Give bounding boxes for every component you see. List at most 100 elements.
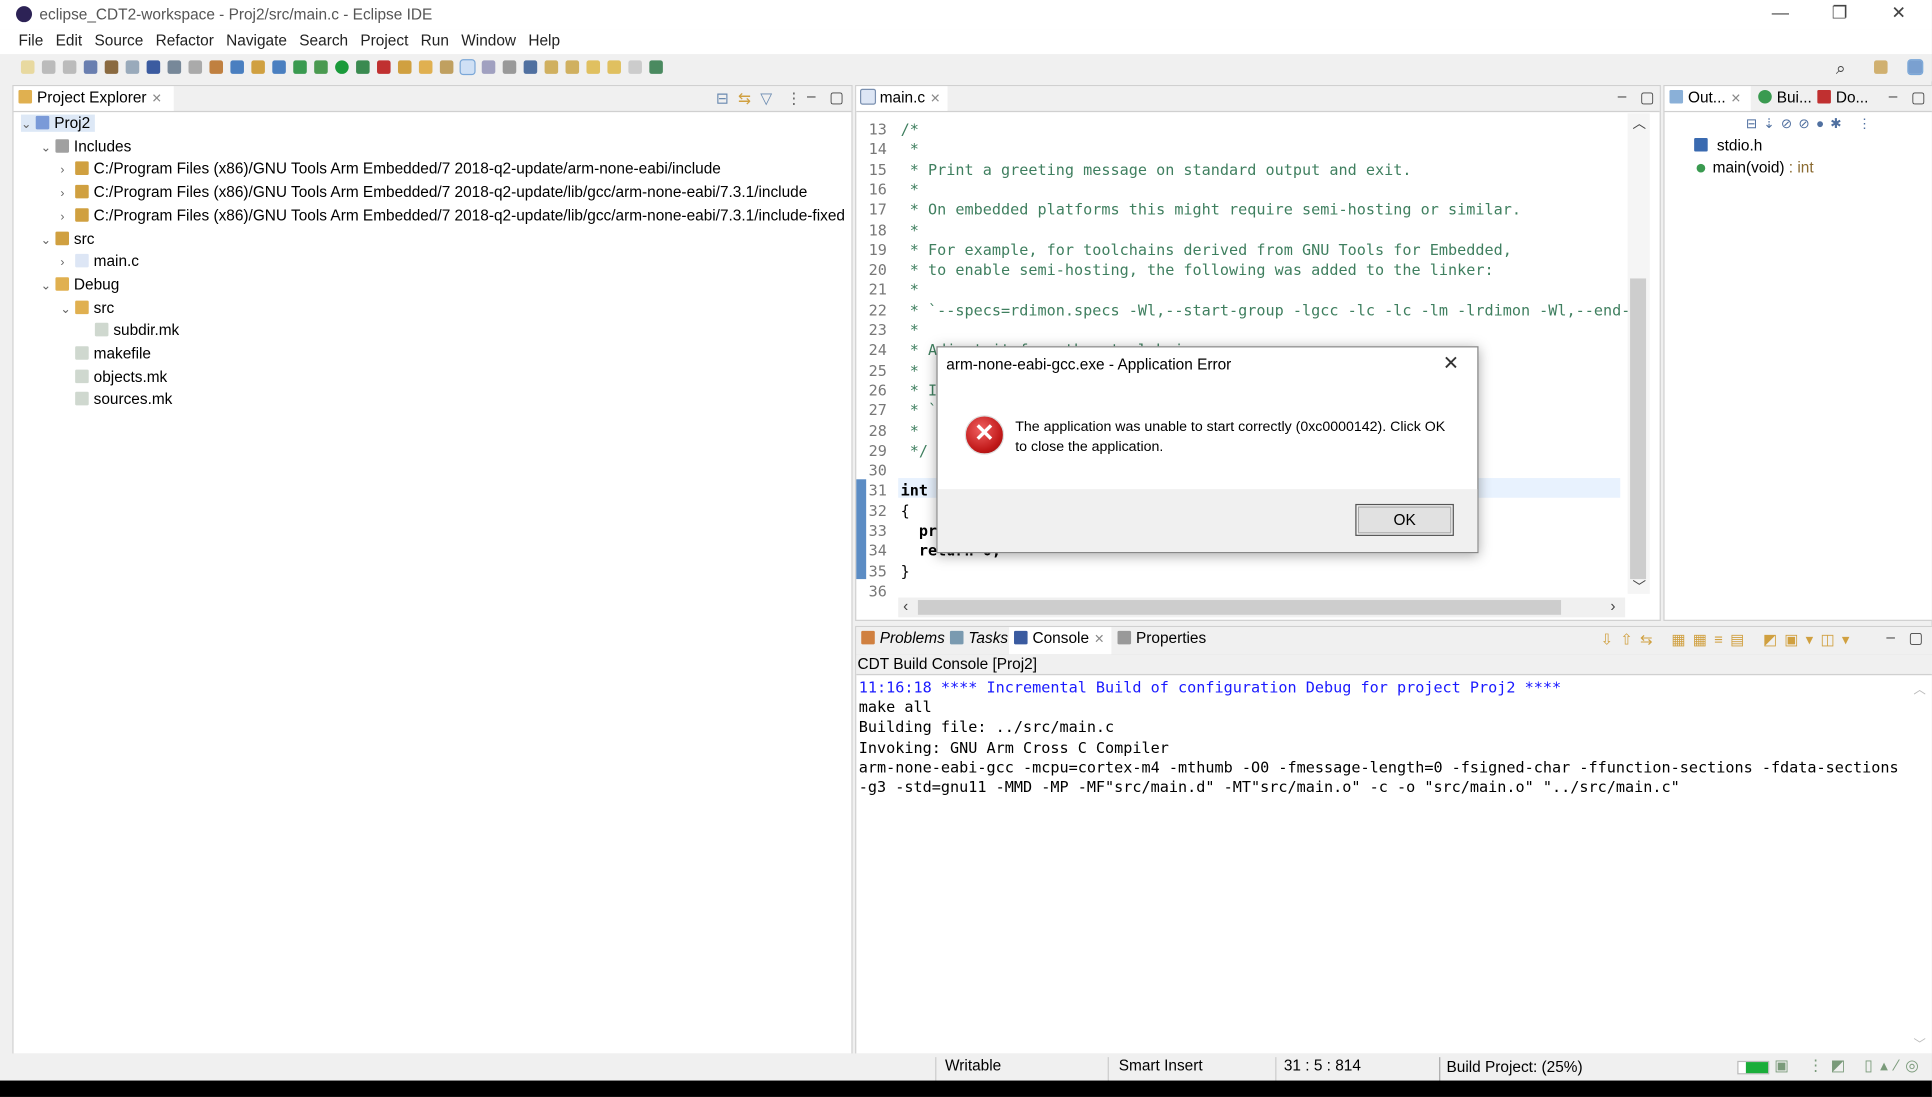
tab-documentation[interactable]: Do...: [1812, 86, 1875, 111]
menu-help[interactable]: Help: [522, 30, 566, 49]
minimize-view-icon[interactable]: –: [1618, 87, 1627, 104]
console-scroll-down[interactable]: ﹀: [1913, 1034, 1925, 1053]
close-window-button[interactable]: ✕: [1870, 2, 1927, 23]
tree-item[interactable]: ⌄ src: [60, 299, 114, 316]
link-editor-icon[interactable]: ⇆: [738, 89, 751, 107]
filter-icon[interactable]: ▽: [760, 89, 772, 107]
menu-file[interactable]: File: [12, 30, 49, 49]
build-hammer-icon[interactable]: [104, 60, 119, 74]
tree-item[interactable]: ⌄ Includes: [41, 138, 132, 155]
tab-project-explorer[interactable]: Project Explorer ✕: [13, 86, 174, 111]
menu-refactor[interactable]: Refactor: [149, 30, 220, 49]
menu-run[interactable]: Run: [415, 30, 456, 49]
new-icon[interactable]: [20, 60, 35, 74]
terminal-icon[interactable]: [146, 60, 161, 74]
tab-build-targets[interactable]: Bui...: [1753, 86, 1819, 111]
debug-icon[interactable]: [314, 60, 328, 74]
pen-icon[interactable]: [439, 60, 454, 74]
new-c-project-icon[interactable]: [230, 60, 244, 74]
hscroll-thumb[interactable]: [917, 600, 1562, 615]
chevron-down-icon[interactable]: ⌄: [21, 118, 36, 132]
chevron-right-icon[interactable]: ›: [60, 187, 75, 201]
refresh-icon[interactable]: [188, 60, 203, 74]
chevron-down-icon[interactable]: ⌄: [41, 233, 56, 247]
tab-tasks[interactable]: Tasks: [945, 627, 1015, 652]
maximize-view-icon[interactable]: ▢: [829, 87, 844, 106]
console-scroll-up[interactable]: ︿: [1913, 679, 1925, 698]
close-tab-icon[interactable]: ✕: [1731, 92, 1741, 106]
menu-source[interactable]: Source: [88, 30, 149, 49]
menu-search[interactable]: Search: [293, 30, 354, 49]
tree-item[interactable]: objects.mk: [60, 368, 167, 385]
coverage-icon[interactable]: [356, 60, 370, 74]
outline-item-main[interactable]: main(void) : int: [1694, 159, 1814, 176]
search-tool-icon[interactable]: [167, 60, 182, 74]
open-folder-icon[interactable]: [418, 60, 433, 74]
new-folder-icon[interactable]: [251, 60, 265, 74]
tab-properties[interactable]: Properties: [1113, 627, 1214, 652]
chevron-down-icon[interactable]: ⌄: [60, 303, 75, 317]
tab-problems[interactable]: Problems: [856, 627, 952, 652]
menu-navigate[interactable]: Navigate: [220, 30, 293, 49]
tree-item[interactable]: ⌄ Debug: [41, 276, 120, 293]
tree-item[interactable]: ⌄ src: [41, 230, 95, 247]
tree-item[interactable]: sources.mk: [60, 391, 172, 408]
tree-item[interactable]: makefile: [60, 345, 151, 362]
ok-button[interactable]: OK: [1355, 503, 1454, 536]
vertical-scrollbar[interactable]: ︿ ﹀: [1627, 113, 1650, 595]
new-type-icon[interactable]: [293, 60, 307, 74]
pin-icon[interactable]: [649, 60, 663, 74]
chevron-right-icon[interactable]: ›: [60, 210, 75, 224]
dialog-close-button[interactable]: ✕: [1443, 351, 1460, 376]
maximize-view-icon[interactable]: ▢: [1909, 628, 1924, 647]
tree-item[interactable]: ⌄ Proj2: [20, 114, 96, 132]
tab-main-c[interactable]: main.c ✕: [856, 86, 948, 111]
whitespace-icon[interactable]: [523, 60, 538, 74]
minimize-button[interactable]: —: [1752, 2, 1809, 22]
menu-window[interactable]: Window: [455, 30, 522, 49]
console-toolbar[interactable]: ⇩⇧⇆ ▦▦≡▤ ◩▣▾◫▾: [1600, 631, 1856, 648]
minimize-view-icon[interactable]: –: [807, 87, 816, 104]
status-icons[interactable]: ▣ ⋮◩ ▯▴⁄◎: [1774, 1056, 1926, 1074]
tree-item[interactable]: › C:/Program Files (x86)/GNU Tools Arm Em…: [60, 184, 807, 201]
tree-item[interactable]: › C:/Program Files (x86)/GNU Tools Arm Em…: [60, 207, 845, 224]
outline-toolbar[interactable]: ⊟⇣⊘⊘●✱ ⋮: [1746, 116, 1878, 132]
run-icon[interactable]: [335, 60, 349, 74]
save-icon[interactable]: [41, 60, 56, 74]
external-tools-icon[interactable]: [377, 60, 391, 74]
prev-annotation-icon[interactable]: [565, 60, 580, 74]
chevron-down-icon[interactable]: ⌄: [41, 141, 56, 155]
next-annotation-icon[interactable]: [544, 60, 559, 74]
toggle-icon[interactable]: [481, 60, 496, 74]
build-progress-label[interactable]: Build Project: (25%): [1446, 1058, 1582, 1075]
restore-button[interactable]: ❐: [1811, 2, 1868, 23]
tab-console[interactable]: Console ✕: [1009, 627, 1112, 655]
tab-outline[interactable]: Out... ✕: [1664, 86, 1751, 111]
save-all-icon[interactable]: [62, 60, 77, 74]
close-tab-icon[interactable]: ✕: [930, 92, 940, 106]
binary-icon[interactable]: [125, 60, 140, 74]
maximize-view-icon[interactable]: ▢: [1911, 87, 1926, 106]
minimize-view-icon[interactable]: –: [1889, 87, 1898, 104]
maximize-view-icon[interactable]: ▢: [1640, 87, 1655, 106]
outline-item-stdio[interactable]: stdio.h: [1694, 137, 1762, 154]
tree-item[interactable]: › main.c: [60, 253, 139, 270]
menu-edit[interactable]: Edit: [49, 30, 88, 49]
close-tab-icon[interactable]: ✕: [1094, 633, 1104, 647]
last-edit-icon[interactable]: [586, 60, 601, 74]
build-progress-bar[interactable]: [1737, 1060, 1770, 1075]
back-icon[interactable]: [607, 60, 621, 74]
open-perspective-icon[interactable]: [1874, 60, 1888, 74]
scroll-thumb[interactable]: [1630, 278, 1647, 580]
view-menu-icon[interactable]: ⋮: [786, 89, 801, 107]
new-class-icon[interactable]: [272, 60, 286, 74]
open-type-icon[interactable]: [397, 60, 412, 74]
horizontal-scrollbar[interactable]: ‹ ›: [898, 597, 1626, 618]
chevron-right-icon[interactable]: ›: [60, 164, 75, 178]
search-icon[interactable]: ⌕: [1836, 58, 1846, 79]
collapse-all-icon[interactable]: ⊟: [716, 89, 729, 107]
chevron-right-icon[interactable]: ›: [60, 257, 75, 271]
highlight-icon[interactable]: [459, 59, 476, 76]
tree-item[interactable]: › C:/Program Files (x86)/GNU Tools Arm Em…: [60, 161, 720, 178]
minimize-view-icon[interactable]: –: [1886, 628, 1895, 645]
